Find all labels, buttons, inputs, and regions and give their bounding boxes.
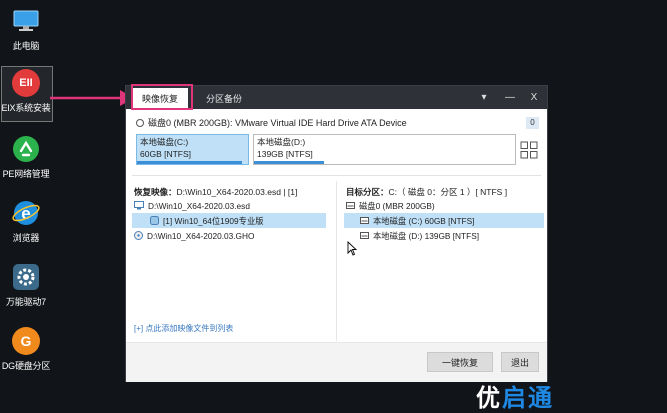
minimize-icon[interactable]: —: [500, 86, 520, 109]
target-partition-list: 磁盘0 (MBR 200GB) 本地磁盘 (C:) 60GB [NTFS] 本地…: [344, 198, 544, 338]
partition-d[interactable]: 本地磁盘(D:) 139GB [NTFS]: [253, 134, 516, 165]
partition-info: 139GB [NTFS]: [257, 149, 313, 159]
one-click-restore-button[interactable]: 一键恢复: [427, 352, 493, 372]
tab-partition-backup[interactable]: 分区备份: [196, 88, 252, 109]
restore-window: 映像恢复 分区备份 ▾ — X 磁盘0 (MBR 200GB): VMware …: [126, 86, 547, 382]
annotation-arrow-icon: [50, 90, 134, 106]
driver-gear-icon: [11, 262, 41, 292]
browser-icon: e: [11, 198, 41, 228]
window-titlebar[interactable]: 映像恢复 分区备份 ▾ — X: [126, 86, 547, 109]
disk-icon: [346, 202, 355, 209]
close-icon[interactable]: X: [524, 86, 544, 109]
image-file-item[interactable]: D:\Win10_X64-2020.03.esd: [132, 198, 326, 213]
section-divider: [132, 175, 541, 176]
desktop-icon-label: PE网络管理: [2, 169, 50, 179]
restore-image-heading: 恢复映像：D:\Win10_X64-2020.03.esd | [1]: [134, 187, 298, 197]
image-list: D:\Win10_X64-2020.03.esd [1] Win10_64位19…: [132, 198, 326, 338]
partition-usage-bar: [137, 161, 243, 164]
desktop-icon-driver[interactable]: 万能驱动7: [0, 262, 52, 308]
mouse-cursor-icon: [347, 241, 357, 256]
exit-button[interactable]: 退出: [501, 352, 539, 372]
partition-tree-item-d[interactable]: 本地磁盘 (D:) 139GB [NTFS]: [344, 228, 544, 243]
desktop-icon-label: 浏览器: [12, 233, 40, 243]
desktop-icon-label: DG硬盘分区: [1, 361, 51, 371]
disk-label: 磁盘0 (MBR 200GB): VMware Virtual IDE Hard…: [148, 118, 407, 128]
disc-icon: [134, 231, 143, 240]
target-partition-heading: 目标分区：C:（ 磁盘 0：分区 1 ）[ NTFS ]: [346, 187, 508, 197]
volume-icon: [150, 216, 159, 225]
image-volume-item[interactable]: [1] Win10_64位1909专业版: [132, 213, 326, 228]
disk-count-badge: 0: [526, 117, 539, 129]
pane-separator: [336, 181, 337, 341]
desktop-icon-dg-partition[interactable]: G DG硬盘分区: [0, 326, 52, 372]
desktop-icon-pe-network[interactable]: PE网络管理: [0, 134, 52, 180]
partition-icon: [360, 232, 369, 239]
desktop-icon-browser[interactable]: e 浏览器: [0, 198, 52, 244]
menu-dropdown-icon[interactable]: ▾: [474, 86, 494, 109]
partition-icon: [360, 217, 369, 224]
partition-c[interactable]: 本地磁盘(C:) 60GB [NTFS]: [136, 134, 249, 165]
desktop-icon-label: EIX系统安装: [1, 103, 51, 113]
disk-header: 磁盘0 (MBR 200GB): VMware Virtual IDE Hard…: [136, 116, 407, 129]
partition-info: 60GB [NTFS]: [140, 149, 192, 159]
add-image-link[interactable]: [+] 点此添加映像文件到列表: [134, 323, 233, 334]
image-file-item[interactable]: D:\Win10_X64-2020.03.GHO: [132, 228, 326, 243]
partition-tree-item-c[interactable]: 本地磁盘 (C:) 60GB [NTFS]: [344, 213, 544, 228]
dg-partition-icon: G: [11, 326, 41, 356]
watermark-logo: 优启通: [476, 385, 554, 412]
desktop-icon-label: 此电脑: [12, 41, 40, 51]
partition-name: 本地磁盘(D:): [257, 137, 306, 147]
desktop-icon-label: 万能驱动7: [5, 297, 46, 307]
disk-tree-item[interactable]: 磁盘0 (MBR 200GB): [344, 198, 544, 213]
partition-usage-bar: [254, 161, 325, 164]
pe-network-icon: [11, 134, 41, 164]
computer-icon: [11, 6, 41, 36]
monitor-icon: [134, 201, 144, 210]
desktop-icon-eix-install[interactable]: EII EIX系统安装: [0, 68, 52, 114]
partition-name: 本地磁盘(C:): [140, 137, 189, 147]
eix-app-icon: EII: [11, 68, 41, 98]
desktop-icon-this-pc[interactable]: 此电脑: [0, 6, 52, 52]
disk-radio-icon: [136, 118, 144, 127]
layout-grid-icon[interactable]: [520, 141, 538, 159]
tab-image-restore[interactable]: 映像恢复: [132, 88, 188, 109]
